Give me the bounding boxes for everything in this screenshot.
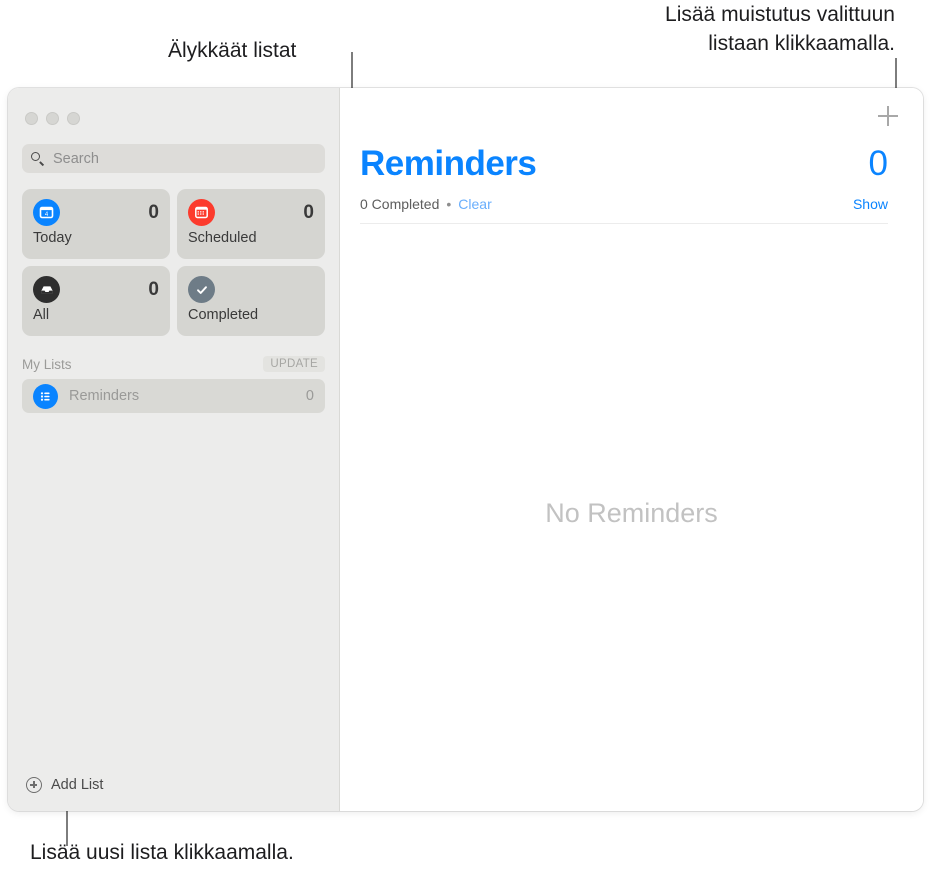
show-button[interactable]: Show bbox=[853, 196, 888, 212]
reminders-window: Search 4 0 Today 0 Scheduled 0 All Compl… bbox=[8, 88, 923, 811]
scheduled-calendar-icon bbox=[188, 199, 215, 226]
page-title: Reminders bbox=[360, 144, 537, 183]
content-toolbar bbox=[340, 88, 923, 144]
my-lists-title: My Lists bbox=[22, 356, 72, 372]
content-header: Reminders 0 0 Completed • Clear Show bbox=[340, 144, 923, 224]
list-bullet-icon bbox=[33, 383, 58, 409]
smart-card-top: 0 bbox=[33, 276, 159, 303]
minimize-button[interactable] bbox=[46, 112, 59, 125]
meta-left: 0 Completed • Clear bbox=[360, 196, 492, 212]
smart-list-card-today[interactable]: 4 0 Today bbox=[22, 189, 170, 259]
today-calendar-icon: 4 bbox=[33, 199, 60, 226]
clear-button[interactable]: Clear bbox=[458, 196, 491, 212]
add-list-button[interactable]: Add List bbox=[8, 759, 339, 811]
update-badge[interactable]: UPDATE bbox=[263, 356, 325, 372]
add-list-label: Add List bbox=[51, 777, 104, 793]
reminder-count: 0 bbox=[868, 144, 888, 183]
sidebar: Search 4 0 Today 0 Scheduled 0 All Compl… bbox=[8, 88, 340, 811]
leader-line-add-list bbox=[66, 808, 68, 846]
plus-circle-icon bbox=[26, 777, 42, 793]
smart-list-label: Scheduled bbox=[188, 230, 257, 246]
annotation-smart-lists: Älykkäät listat bbox=[168, 39, 297, 62]
smart-list-card-all[interactable]: 0 All bbox=[22, 266, 170, 336]
close-button[interactable] bbox=[25, 112, 38, 125]
smart-list-card-scheduled[interactable]: 0 Scheduled bbox=[177, 189, 325, 259]
meta-row: 0 Completed • Clear Show bbox=[360, 196, 888, 224]
smart-list-label: Completed bbox=[188, 307, 259, 323]
smart-list-label: Today bbox=[33, 230, 72, 246]
completed-count-text: 0 Completed bbox=[360, 196, 440, 212]
title-row: Reminders 0 bbox=[360, 144, 888, 184]
empty-state: No Reminders bbox=[340, 224, 923, 811]
completed-check-icon bbox=[188, 276, 215, 303]
maximize-button[interactable] bbox=[67, 112, 80, 125]
smart-card-top bbox=[188, 276, 314, 303]
smart-list-label: All bbox=[33, 307, 50, 323]
smart-card-top: 4 0 bbox=[33, 199, 159, 226]
content-pane: Reminders 0 0 Completed • Clear Show No … bbox=[340, 88, 923, 811]
list-item-label: Reminders bbox=[69, 388, 140, 404]
list-item-count: 0 bbox=[305, 388, 314, 404]
add-reminder-button[interactable] bbox=[875, 103, 901, 129]
window-controls bbox=[8, 88, 339, 125]
empty-state-text: No Reminders bbox=[545, 498, 718, 528]
list-item-reminders[interactable]: Reminders 0 bbox=[22, 379, 325, 413]
smart-list-card-completed[interactable]: Completed bbox=[177, 266, 325, 336]
smart-card-top: 0 bbox=[188, 199, 314, 226]
smart-lists-grid: 4 0 Today 0 Scheduled 0 All Completed bbox=[22, 189, 325, 336]
search-input[interactable]: Search bbox=[22, 144, 325, 173]
meta-separator: • bbox=[446, 196, 452, 212]
search-placeholder: Search bbox=[53, 150, 99, 167]
smart-list-count: 0 bbox=[303, 201, 314, 223]
my-lists-header: My Lists UPDATE bbox=[22, 355, 325, 373]
all-inbox-icon bbox=[33, 276, 60, 303]
annotation-add-reminder: Lisää muistutus valittuun listaan klikka… bbox=[665, 3, 895, 55]
search-icon bbox=[31, 151, 45, 166]
smart-list-count: 0 bbox=[148, 201, 159, 223]
annotation-add-list: Lisää uusi lista klikkaamalla. bbox=[30, 841, 294, 864]
smart-list-count: 0 bbox=[148, 278, 159, 300]
